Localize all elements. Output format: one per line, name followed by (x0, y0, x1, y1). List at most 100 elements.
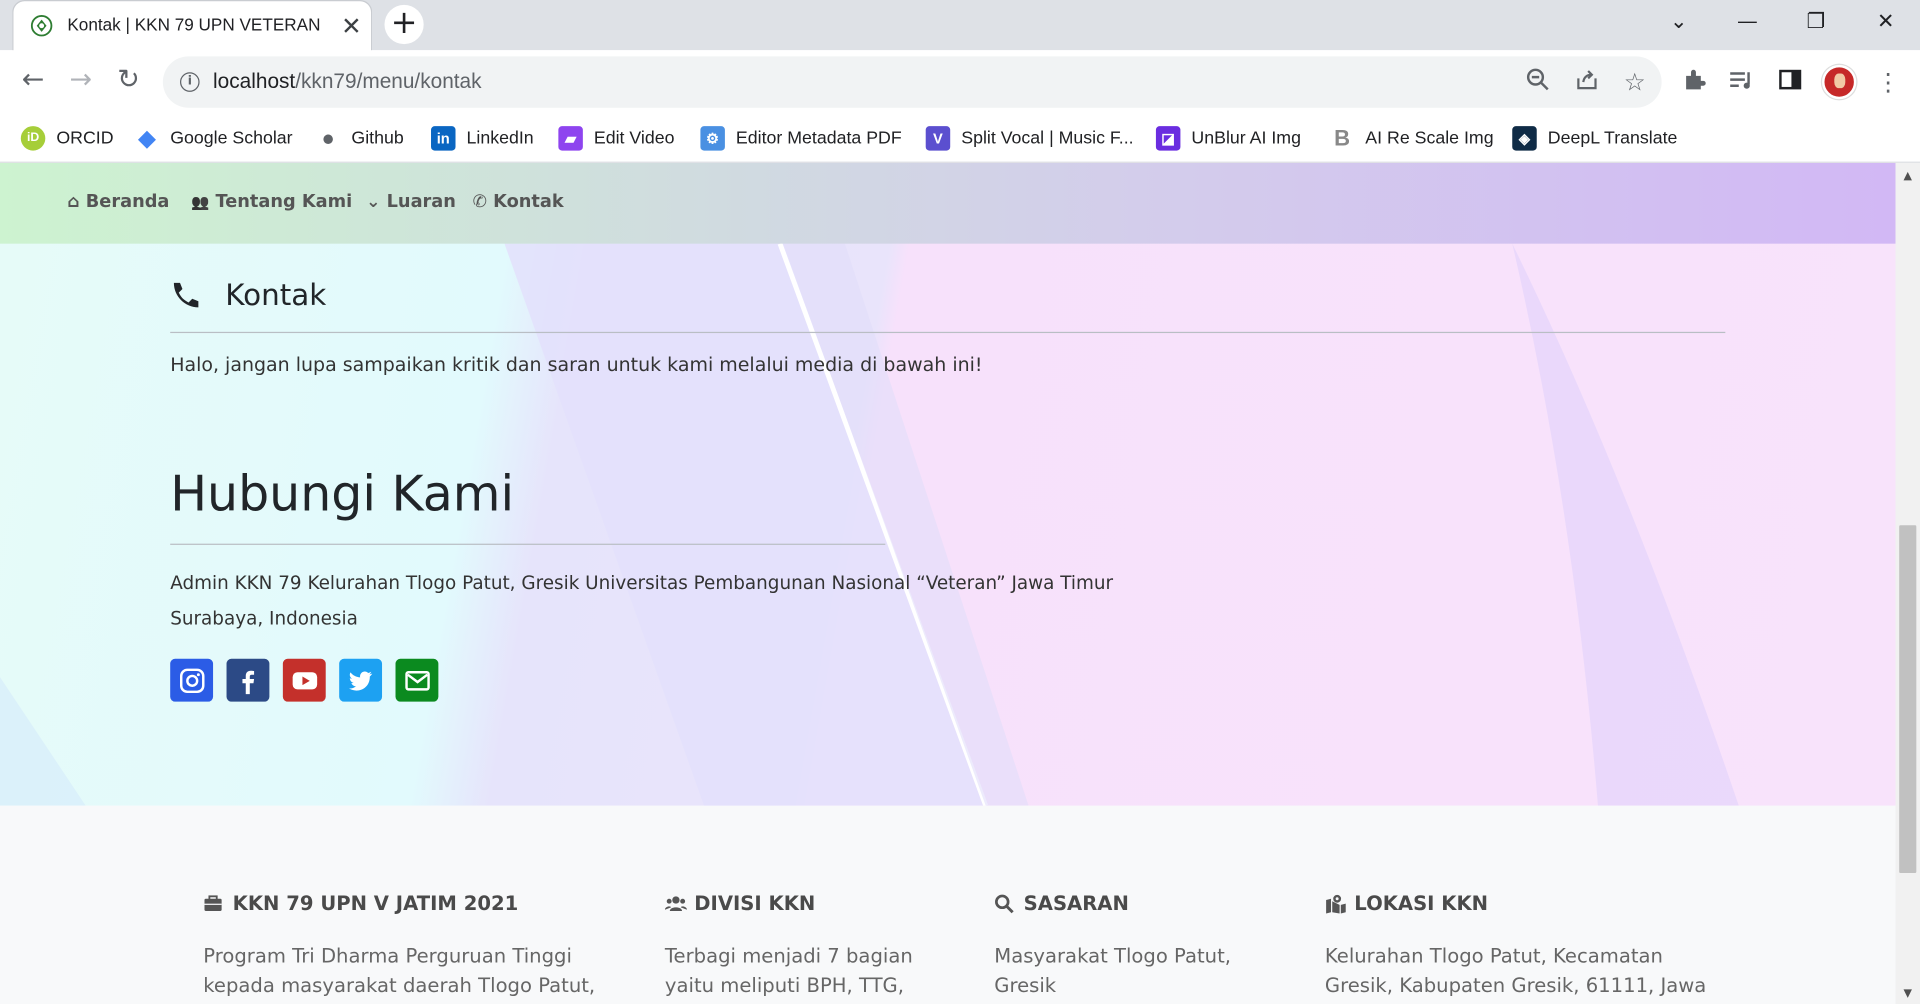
deepl-icon: ◈ (1512, 126, 1537, 151)
forward-button[interactable]: → (62, 62, 99, 99)
footer-text-line: Kelurahan Tlogo Patut, Kecamatan (1324, 944, 1663, 968)
bookmark-item[interactable]: ⚙ Editor Metadata PDF (700, 124, 902, 153)
url-text[interactable]: localhost/kkn79/menu/kontak (213, 70, 481, 94)
bookmark-label: Github (351, 128, 404, 149)
footer-column-title: KKN 79 UPN V JATIM 2021 (232, 891, 519, 915)
bookmark-item[interactable]: ◆ Google Scholar (135, 124, 292, 153)
footer-column-heading: LOKASI KKN (1325, 891, 1706, 915)
tab-close-icon[interactable]: ✕ (339, 13, 363, 37)
media-control-icon[interactable] (1727, 67, 1756, 96)
minimize-icon[interactable]: — (1733, 10, 1762, 39)
zoom-icon[interactable] (1523, 67, 1552, 96)
nav-item-luaran[interactable]: ⌄ Luaran (366, 192, 456, 212)
scroll-down-arrow[interactable]: ▼ (1900, 988, 1915, 1000)
bookmark-item[interactable]: ● Github (316, 124, 404, 153)
divider (170, 543, 886, 545)
new-tab-button[interactable]: + (384, 4, 424, 45)
nav-item-tentang-kami[interactable]: 👥 Tentang Kami (191, 192, 352, 212)
tab-strip: Kontak | KKN 79 UPN VETERAN ✕ + ⌄ — ❐ ✕ (0, 0, 1920, 52)
users-icon (664, 893, 687, 913)
site-info-icon[interactable]: i (180, 72, 200, 92)
site-favicon-icon (30, 15, 53, 37)
footer-column-text: Masyarakat Tlogo Patut, Gresik (994, 942, 1231, 1001)
bookmark-label: ORCID (56, 128, 114, 149)
bookmark-item[interactable]: ◪ UnBlur AI Img (1155, 124, 1301, 153)
twitter-icon[interactable] (339, 658, 383, 702)
bookmark-item[interactable]: V Split Vocal | Music F... (925, 124, 1134, 153)
bookmark-label: Editor Metadata PDF (735, 128, 902, 149)
page-scrollbar[interactable]: ▲ ▼ (1895, 162, 1920, 1004)
footer-column: SASARAN Masyarakat Tlogo Patut, Gresik (994, 891, 1231, 1000)
scroll-up-arrow[interactable]: ▲ (1900, 170, 1915, 182)
footer-column: DIVISI KKN Terbagi menjadi 7 bagian yaitu … (664, 891, 913, 1001)
briefcase-icon (203, 893, 223, 913)
chevron-down-icon: ⌄ (366, 192, 381, 212)
bookmark-label: Edit Video (593, 128, 675, 149)
search-icon (994, 893, 1014, 913)
pdf-metadata-icon: ⚙ (700, 126, 725, 151)
footer-text-line: Gresik (994, 973, 1057, 997)
rescale-icon: B (1334, 126, 1351, 151)
footer-column-title: SASARAN (1023, 891, 1129, 915)
bookmark-label: UnBlur AI Img (1191, 128, 1301, 149)
address-line: Surabaya, Indonesia (170, 607, 358, 630)
bookmark-star-icon[interactable]: ☆ (1620, 67, 1649, 96)
bookmarks-bar: iD ORCID ◆ Google Scholar ● Github in LinkedIn ▰… (0, 113, 1920, 163)
footer-text-line: Gresik, Kabupaten Gresik, 61111, Jawa (1324, 973, 1707, 997)
back-button[interactable]: ← (15, 62, 52, 99)
linkedin-icon: in (431, 126, 456, 151)
browser-toolbar: ← → ↻ i localhost/kkn79/menu/kontak ☆ ⋮ (0, 50, 1920, 114)
bookmark-item[interactable]: ▰ Edit Video (558, 124, 675, 153)
extensions-icon[interactable] (1680, 67, 1709, 96)
profile-avatar[interactable] (1822, 64, 1857, 100)
footer-column-text: Kelurahan Tlogo Patut, Kecamatan Gresik, … (1325, 942, 1706, 1001)
youtube-icon[interactable] (282, 658, 326, 702)
scrollbar-thumb[interactable] (1899, 525, 1917, 874)
nav-item-label: Luaran (386, 192, 456, 212)
menu-kebab-icon[interactable]: ⋮ (1873, 67, 1902, 96)
unblur-icon: ◪ (1155, 126, 1181, 151)
instagram-icon[interactable] (170, 658, 214, 702)
bookmark-item[interactable]: B AI Re Scale Img (1330, 124, 1494, 153)
site-navbar: ⌂ Beranda 👥 Tentang Kami ⌄ Luaran ✆ Kontak (0, 162, 1896, 244)
bookmark-item[interactable]: iD ORCID (20, 124, 114, 153)
footer-text-line: Masyarakat Tlogo Patut, (994, 944, 1231, 968)
close-window-icon[interactable]: ✕ (1871, 10, 1900, 39)
home-icon: ⌂ (67, 192, 80, 212)
footer-column: LOKASI KKN Kelurahan Tlogo Patut, Kecamat… (1325, 891, 1706, 1000)
facebook-icon[interactable] (226, 658, 270, 702)
nav-item-kontak[interactable]: ✆ Kontak (473, 192, 564, 212)
section-title: Kontak (225, 277, 327, 313)
address-bar[interactable]: i localhost/kkn79/menu/kontak ☆ (162, 56, 1662, 108)
footer-column-title: DIVISI KKN (694, 891, 816, 915)
side-panel-icon[interactable] (1776, 67, 1805, 96)
section-header: Kontak (170, 278, 326, 312)
site-footer: KKN 79 UPN V JATIM 2021 Program Tri Dharm… (0, 805, 1896, 1004)
social-links (170, 658, 452, 702)
nav-item-beranda[interactable]: ⌂ Beranda (67, 192, 169, 212)
footer-column-text: Program Tri Dharma Perguruan Tinggi kepad… (203, 942, 595, 1001)
edit-video-icon: ▰ (558, 126, 583, 151)
footer-column-heading: SASARAN (994, 891, 1231, 915)
bookmark-item[interactable]: in LinkedIn (431, 124, 534, 153)
split-vocal-icon: V (925, 126, 951, 151)
nav-item-label: Kontak (493, 192, 564, 212)
tab-search-icon[interactable]: ⌄ (1664, 10, 1693, 39)
browser-tab-active[interactable]: Kontak | KKN 79 UPN VETERAN ✕ (12, 0, 373, 52)
address-line: Admin KKN 79 Kelurahan Tlogo Patut, Gres… (170, 571, 1114, 594)
tab-title: Kontak | KKN 79 UPN VETERAN (67, 14, 321, 35)
restore-icon[interactable]: ❐ (1801, 10, 1830, 39)
footer-text-line: Terbagi menjadi 7 bagian (664, 944, 913, 968)
bookmark-label: LinkedIn (466, 128, 534, 149)
email-icon[interactable] (395, 658, 439, 702)
users-icon: 👥 (191, 193, 210, 211)
reload-button[interactable]: ↻ (110, 62, 147, 99)
footer-column-text: Terbagi menjadi 7 bagian yaitu meliputi B… (665, 942, 913, 1001)
intro-text: Halo, jangan lupa sampaikan kritik dan s… (170, 353, 983, 376)
bookmark-label: AI Re Scale Img (1365, 128, 1494, 149)
share-icon[interactable] (1572, 67, 1601, 96)
bookmark-item[interactable]: ◈ DeepL Translate (1512, 124, 1677, 153)
footer-column-heading: DIVISI KKN (664, 891, 913, 915)
google-scholar-icon: ◆ (138, 126, 156, 151)
map-marked-icon (1325, 893, 1346, 913)
